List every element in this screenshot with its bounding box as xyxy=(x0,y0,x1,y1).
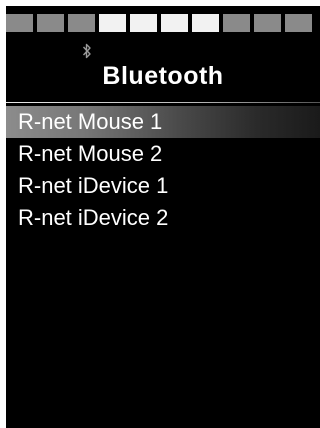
menu-item-r-net-mouse-2[interactable]: R-net Mouse 2 xyxy=(6,138,320,170)
battery-segment xyxy=(223,14,250,32)
battery-segment xyxy=(37,14,64,32)
battery-segment xyxy=(99,14,126,32)
battery-segment xyxy=(68,14,95,32)
divider xyxy=(6,102,320,103)
battery-segment xyxy=(161,14,188,32)
menu-item-r-net-idevice-1[interactable]: R-net iDevice 1 xyxy=(6,170,320,202)
battery-segment xyxy=(130,14,157,32)
page-title: Bluetooth xyxy=(102,62,224,90)
bluetooth-icon xyxy=(82,43,91,59)
bluetooth-device-list: R-net Mouse 1 R-net Mouse 2 R-net iDevic… xyxy=(6,106,320,234)
battery-segment xyxy=(6,14,33,32)
battery-segment xyxy=(192,14,219,32)
menu-item-r-net-idevice-2[interactable]: R-net iDevice 2 xyxy=(6,202,320,234)
battery-segment xyxy=(254,14,281,32)
battery-level-bar xyxy=(6,14,320,32)
menu-item-r-net-mouse-1[interactable]: R-net Mouse 1 xyxy=(6,106,320,138)
device-screen: Bluetooth R-net Mouse 1 R-net Mouse 2 R-… xyxy=(6,6,320,428)
battery-segment xyxy=(285,14,312,32)
